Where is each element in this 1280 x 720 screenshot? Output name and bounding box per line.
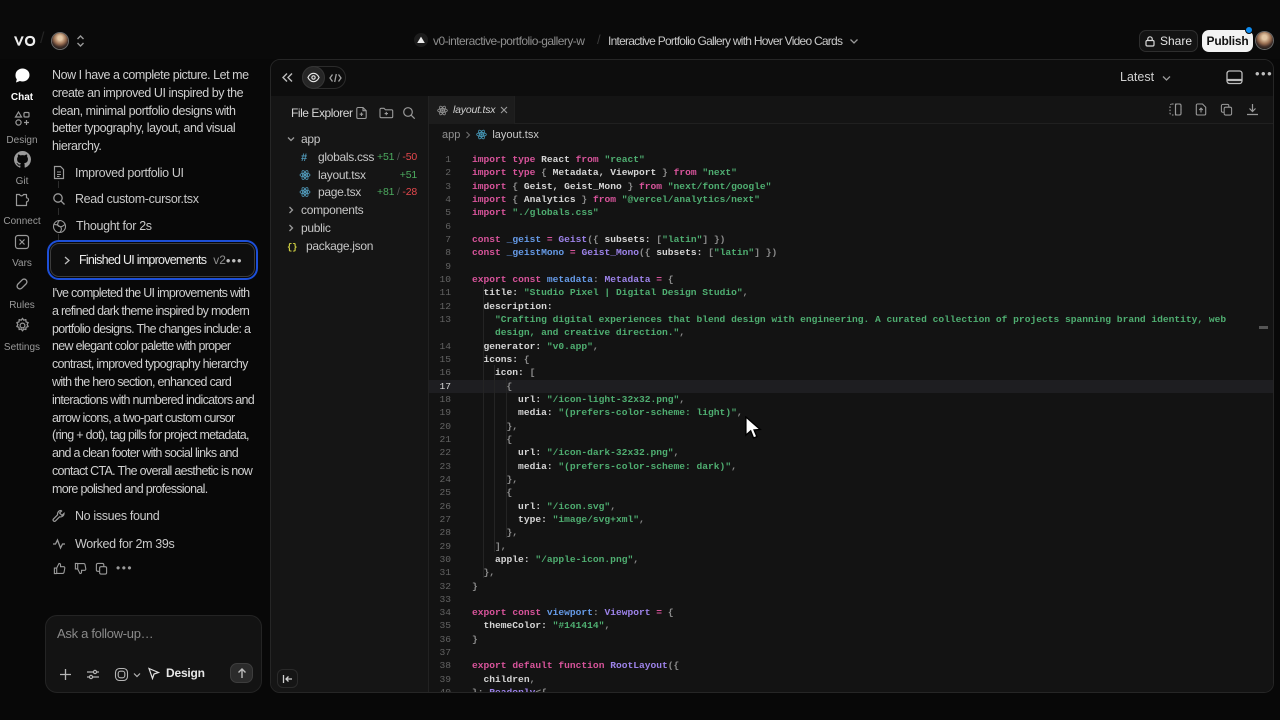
svg-text:{}: {} <box>287 242 297 252</box>
svg-text:#: # <box>301 152 307 163</box>
